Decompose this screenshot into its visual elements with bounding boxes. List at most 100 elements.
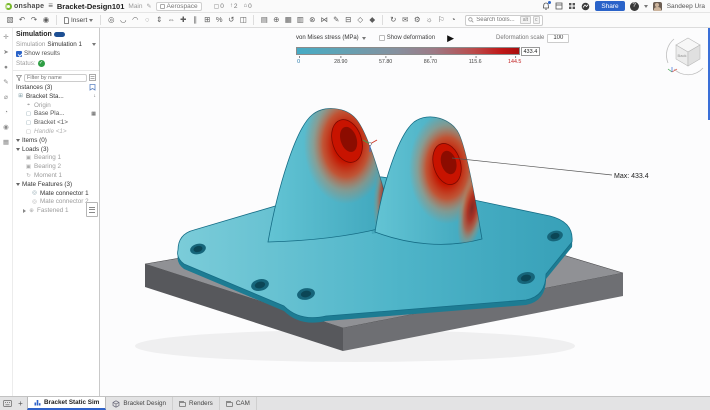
max-stress-annotation[interactable]: Max: 433.4	[452, 158, 649, 180]
mate-relation-icon[interactable]: ↺	[225, 13, 237, 27]
tab-cam[interactable]: CAM	[220, 397, 257, 410]
instances-header-row[interactable]: Instances (3)	[13, 83, 99, 93]
3d-scene-canvas[interactable]: Max: 433.4 Back	[100, 28, 710, 396]
tree-item-assembly[interactable]: ⊞ Bracket Sta... ↓	[13, 92, 99, 101]
parallel-mate-icon[interactable]: ⊞	[201, 13, 213, 27]
load-item-bearing1[interactable]: ▣ Bearing 1	[13, 154, 99, 163]
revolute-mate-icon[interactable]: ◠	[129, 13, 141, 27]
pin-slot-mate-icon[interactable]: ∥	[189, 13, 201, 27]
appearance-icon[interactable]: ✎	[330, 13, 342, 27]
explode-view-icon[interactable]: ⊕	[270, 13, 282, 27]
fastened-mate-icon: ⊕	[28, 208, 35, 214]
load-item-bearing2[interactable]: ▣ Bearing 2	[13, 162, 99, 171]
show-deformation-checkbox[interactable]	[379, 35, 385, 41]
record-icon[interactable]: ◉	[3, 124, 9, 131]
bom-table-icon[interactable]: ⋈	[318, 13, 330, 27]
learning-center-button[interactable]	[581, 2, 590, 11]
undo-icon[interactable]: ↶	[16, 13, 28, 27]
load-label: Bearing 1	[34, 154, 61, 161]
new-badge	[54, 32, 65, 37]
show-results-checkbox[interactable]	[16, 51, 22, 57]
aerospace-tag[interactable]: Aerospace	[156, 2, 202, 11]
deformation-scale-input[interactable]	[547, 34, 569, 43]
group-icon[interactable]: ◫	[237, 13, 249, 27]
result-type-dropdown[interactable]: von Mises stress (MPa)	[296, 35, 366, 41]
tab-manager-button[interactable]	[0, 397, 14, 410]
redo-icon[interactable]: ↷	[28, 13, 40, 27]
sync-icon[interactable]: ↓	[94, 93, 98, 99]
measure-icon[interactable]: ⌀	[4, 94, 8, 101]
loads-section-header[interactable]: Loads (3)	[13, 145, 99, 154]
named-positions-icon[interactable]: ▦	[282, 13, 294, 27]
search-input[interactable]	[476, 17, 518, 23]
view-only-button[interactable]	[555, 2, 563, 10]
rename-icon[interactable]: ✎	[147, 3, 152, 10]
app-store-button[interactable]	[568, 2, 576, 10]
tree-item-baseplate[interactable]: ▢ Base Pla... ▦	[13, 110, 99, 119]
follow-counter[interactable]: ↑ 2	[230, 3, 238, 10]
measure-icon[interactable]: ◇	[354, 13, 366, 27]
tree-item-bracket[interactable]: ▢ Bracket <1>	[13, 118, 99, 127]
insert-button[interactable]: Insert	[61, 17, 96, 24]
panel-list-handle[interactable]	[86, 202, 98, 217]
user-avatar[interactable]	[653, 2, 662, 11]
filter-input[interactable]	[24, 74, 87, 83]
chevron-right-icon[interactable]	[23, 209, 26, 213]
section-view-icon[interactable]: ⊟	[342, 13, 354, 27]
mate-item-connector1[interactable]: ◎ Mate connector 1	[13, 189, 99, 198]
message-icon[interactable]: ✉	[399, 13, 411, 27]
settings-icon[interactable]: ⚙	[411, 13, 423, 27]
play-animation-button[interactable]: ▶	[447, 33, 454, 43]
history-icon[interactable]: ◔	[447, 13, 459, 27]
refresh-icon[interactable]: ↻	[387, 13, 399, 27]
chevron-down-icon[interactable]	[644, 5, 648, 8]
filter-funnel-icon[interactable]	[16, 75, 22, 81]
mate-connector-icon[interactable]: ◎	[105, 13, 117, 27]
mates-section-header[interactable]: Mate Features (3)	[13, 180, 99, 189]
help-button[interactable]: ?	[630, 2, 639, 11]
slider-mate-icon[interactable]: ⇕	[153, 13, 165, 27]
replicate-icon[interactable]: ⊗	[306, 13, 318, 27]
tree-item-handle[interactable]: ▢ Handle <1>	[13, 127, 99, 136]
clipboard-counter[interactable]: ▢ 0	[214, 3, 224, 10]
tab-bracket-design[interactable]: Bracket Design	[106, 397, 173, 410]
left-icon-strip: ✛ ➤ ● ✎ ⌀ ◔ ◉ ▦	[0, 28, 13, 396]
render-icon[interactable]: ☼	[423, 13, 435, 27]
mass-properties-icon[interactable]: ◆	[366, 13, 378, 27]
legend-tick: 86.70	[424, 59, 437, 65]
share-button[interactable]: Share	[595, 1, 624, 11]
tangent-mate-icon[interactable]: %	[213, 13, 225, 27]
workspace-label[interactable]: Main	[128, 3, 142, 10]
items-section-header[interactable]: Items (0)	[13, 136, 99, 145]
select-tools-icon[interactable]: ✛	[3, 34, 8, 41]
show-results-row[interactable]: Show results	[13, 49, 99, 59]
cylindrical-mate-icon[interactable]: ◌	[141, 13, 153, 27]
view-cube[interactable]: Back	[666, 38, 703, 75]
flag-icon[interactable]	[89, 84, 96, 91]
pattern-icon[interactable]: ▥	[294, 13, 306, 27]
flag-icon[interactable]: ⚐	[435, 13, 447, 27]
ai-advisor-icon[interactable]: ◉	[40, 13, 52, 27]
properties-icon[interactable]: ▦	[3, 139, 9, 146]
edit-note-icon[interactable]: ✎	[3, 79, 8, 86]
show-deformation-toggle[interactable]: Show deformation	[379, 35, 435, 41]
send-icon[interactable]: ➤	[3, 49, 8, 56]
tab-bracket-static-sim[interactable]: Bracket Static Sim	[27, 397, 106, 410]
document-menu-icon[interactable]: ≡	[48, 1, 53, 11]
simulation-selector[interactable]: Simulation Simulation 1	[13, 40, 99, 50]
collapse-all-icon[interactable]	[89, 74, 96, 81]
add-tab-button[interactable]: +	[14, 397, 27, 410]
ball-mate-icon[interactable]: ✚	[177, 13, 189, 27]
fastened-mate-icon[interactable]: ◡	[117, 13, 129, 27]
edit-simulation-icon[interactable]: ▧	[4, 13, 16, 27]
planar-mate-icon[interactable]: ⇔	[165, 13, 177, 27]
tab-renders[interactable]: Renders	[173, 397, 220, 410]
notifications-button[interactable]	[542, 2, 550, 11]
snapshot-icon[interactable]: ▤	[258, 13, 270, 27]
onshape-logo[interactable]: onshape	[5, 3, 44, 10]
comment-icon[interactable]: ●	[4, 64, 8, 71]
history-icon[interactable]: ◔	[4, 109, 8, 116]
load-item-moment[interactable]: ↻ Moment 1	[13, 171, 99, 180]
export-counter[interactable]: ⌂ 0	[244, 3, 252, 10]
tree-item-origin[interactable]: ⌖ Origin	[13, 101, 99, 110]
